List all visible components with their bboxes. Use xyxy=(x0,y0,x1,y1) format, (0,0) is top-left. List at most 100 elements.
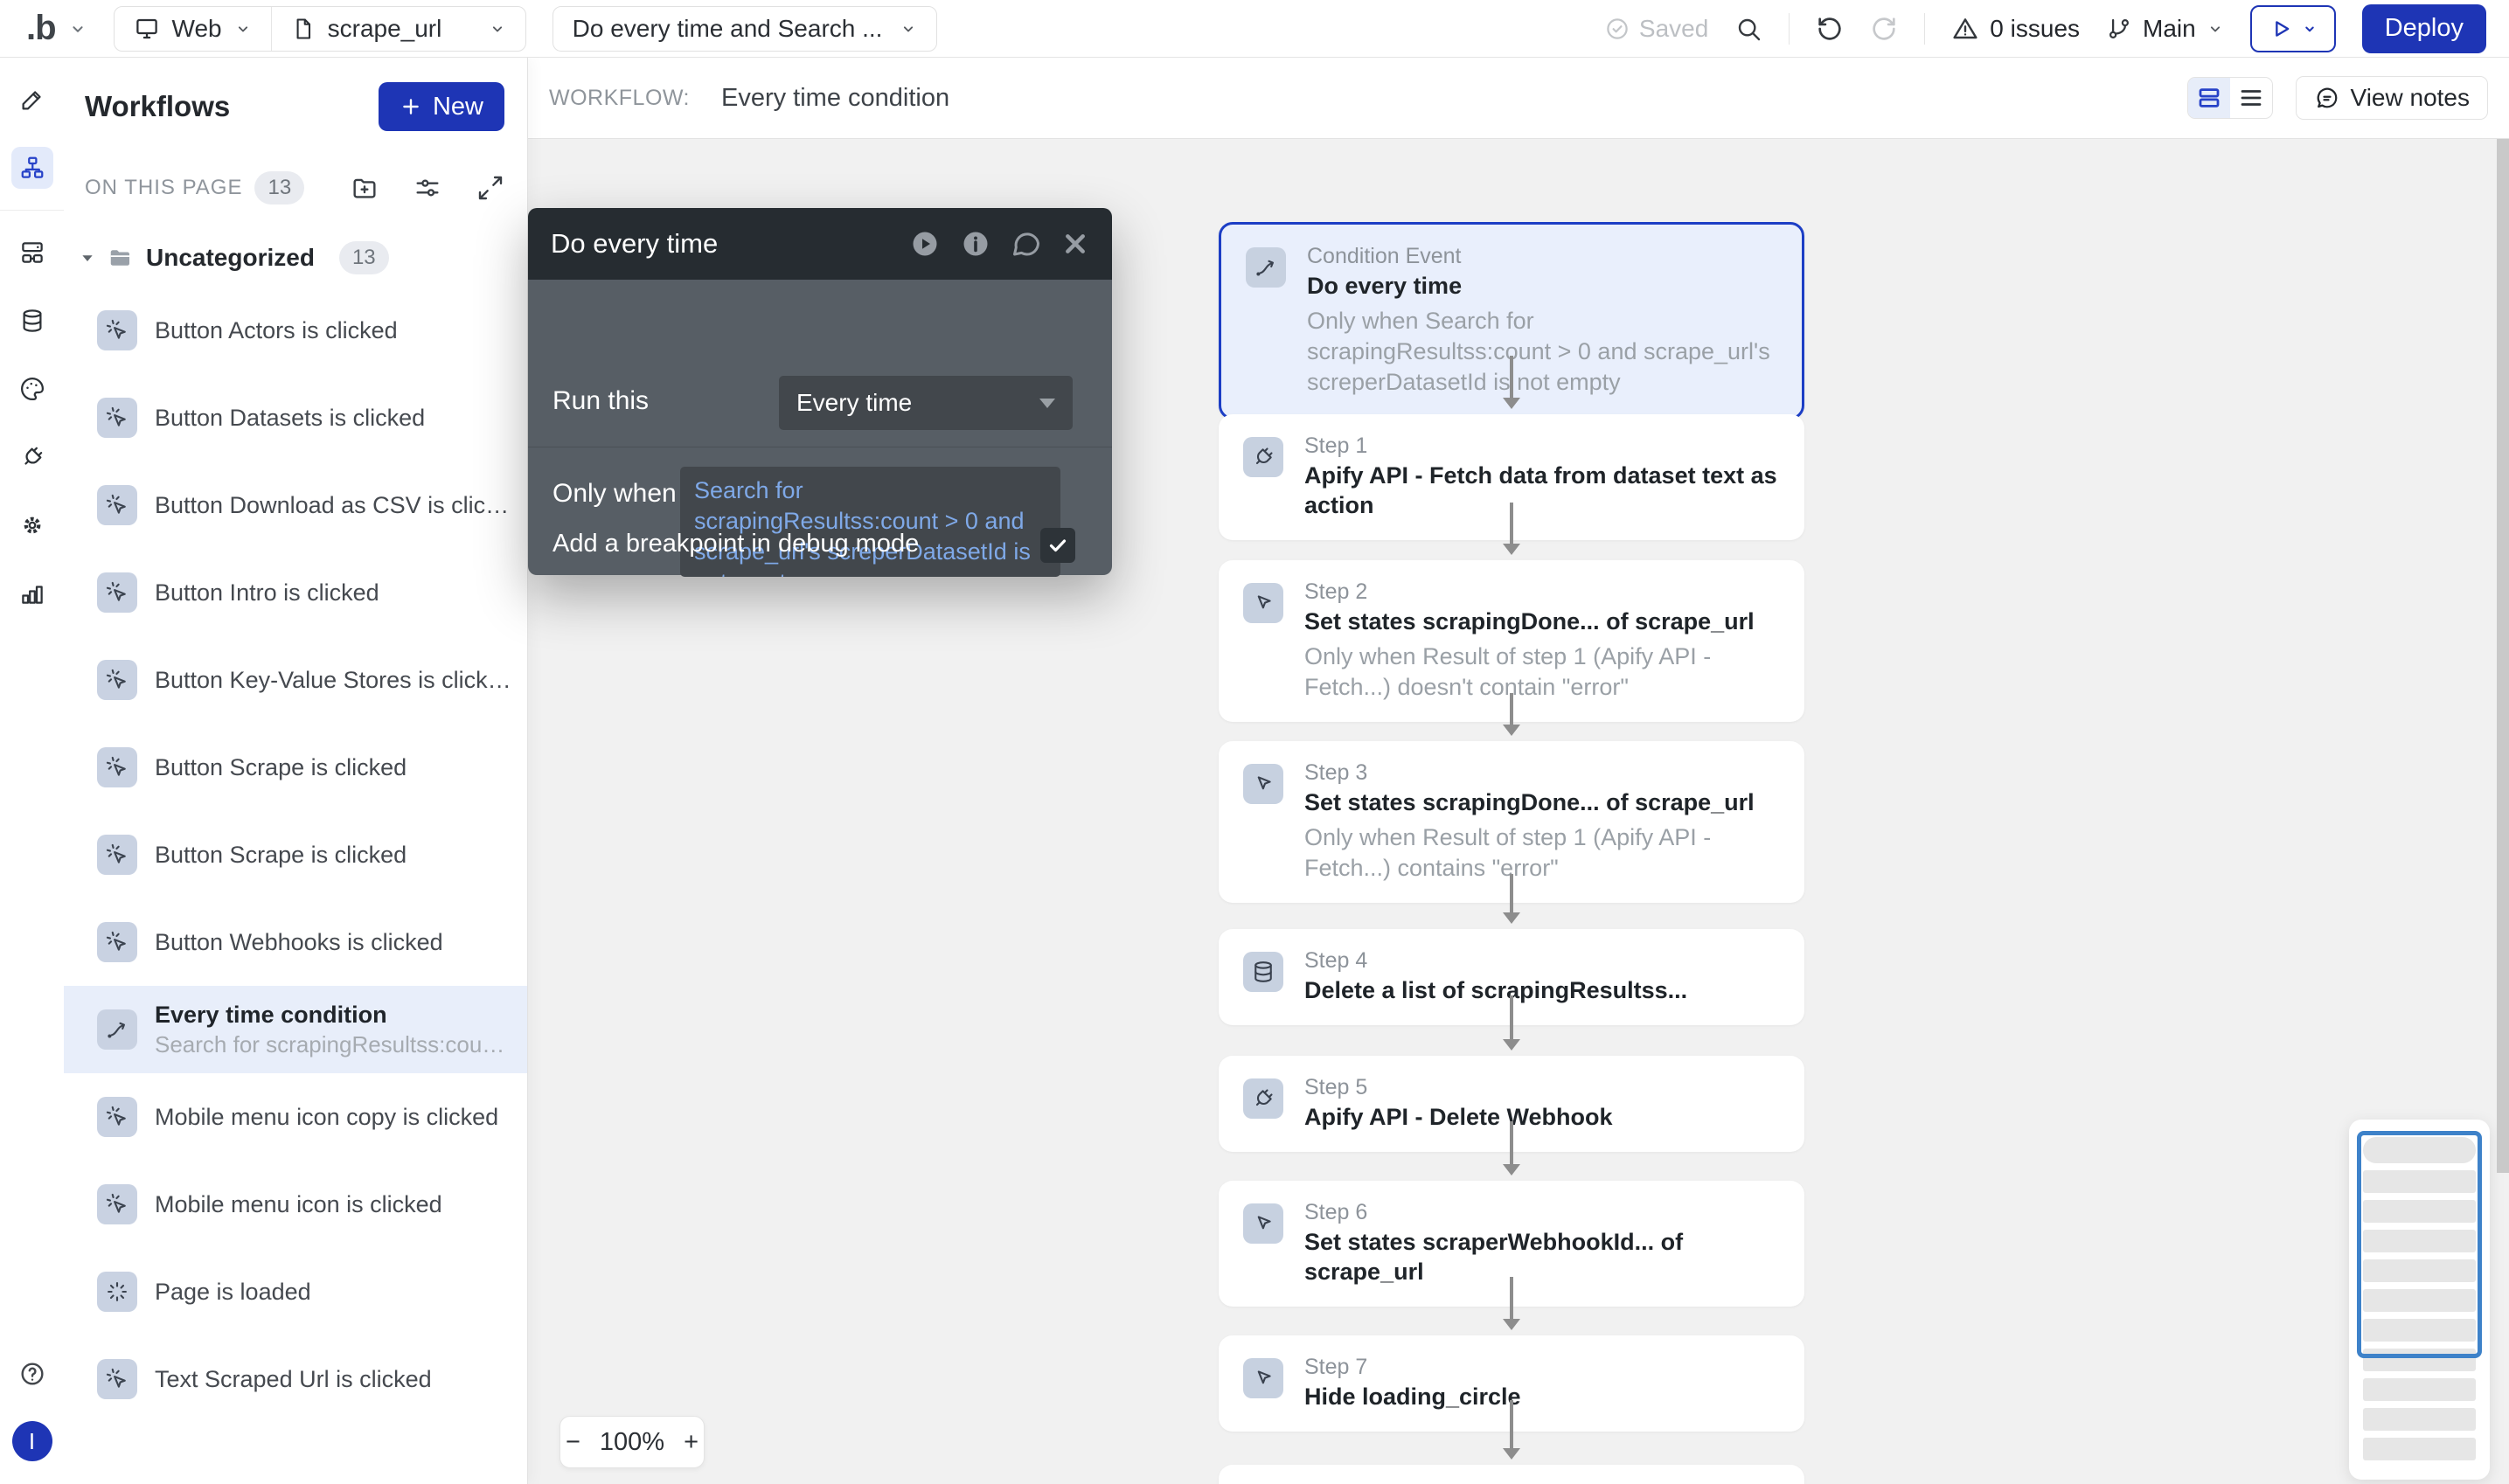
expand-icon[interactable] xyxy=(476,174,504,202)
run-workflow-icon[interactable] xyxy=(909,228,941,260)
account-avatar[interactable]: I xyxy=(12,1421,52,1461)
cards-view-button[interactable] xyxy=(2188,78,2230,118)
platform-dropdown[interactable]: Web xyxy=(115,7,271,51)
cursor-icon xyxy=(97,398,137,438)
left-rail: I xyxy=(0,58,64,1484)
context-switcher: Web scrape_url xyxy=(114,6,526,52)
rail-item-data[interactable] xyxy=(11,300,53,342)
cursor-icon xyxy=(97,922,137,962)
panel-title: Workflows xyxy=(85,90,230,123)
rail-item-plugins[interactable] xyxy=(11,436,53,478)
workflow-list-item[interactable]: Text Scraped Url is clicked xyxy=(64,1335,527,1423)
rail-item-design[interactable] xyxy=(11,79,53,121)
workflow-list-item[interactable]: Button Key-Value Stores is clicked xyxy=(64,636,527,724)
deploy-button[interactable]: Deploy xyxy=(2362,4,2486,53)
list-view-button[interactable] xyxy=(2230,78,2272,118)
workflow-list-item[interactable]: Button Download as CSV is clicked xyxy=(64,461,527,549)
zoom-out-button[interactable]: − xyxy=(566,1428,580,1457)
divider xyxy=(1789,13,1790,45)
cursor-icon xyxy=(97,835,137,875)
workflow-list-item[interactable]: Every time condition Search for scraping… xyxy=(64,986,527,1073)
workflow-list-item[interactable]: Button Datasets is clicked xyxy=(64,374,527,461)
close-icon[interactable] xyxy=(1061,230,1089,258)
filter-sliders-icon[interactable] xyxy=(414,174,441,202)
caret-down-icon xyxy=(80,250,95,266)
minimap-viewport[interactable] xyxy=(2357,1131,2482,1358)
workflow-list-item[interactable]: Mobile menu icon copy is clicked xyxy=(64,1073,527,1161)
zoom-in-button[interactable]: + xyxy=(684,1428,698,1457)
connector-arrow xyxy=(1500,1277,1523,1330)
branch-label: Main xyxy=(2143,15,2196,43)
workflows-panel: Workflows New ON THIS PAGE 13 Uncategori… xyxy=(64,58,528,1484)
redo-icon[interactable] xyxy=(1870,15,1898,43)
workflow-header-name: Every time condition xyxy=(721,84,949,113)
workflow-selector-dropdown[interactable]: Do every time and Search ... xyxy=(553,6,937,52)
run-preview-button[interactable] xyxy=(2250,5,2336,52)
check-icon xyxy=(1047,535,1068,556)
view-notes-button[interactable]: View notes xyxy=(2296,76,2488,120)
spinner-icon xyxy=(97,1272,137,1312)
workflow-list-item[interactable]: Mobile menu icon is clicked xyxy=(64,1161,527,1248)
chevron-down-icon xyxy=(234,20,252,38)
pencil-icon xyxy=(19,87,45,113)
monitor-icon xyxy=(134,16,160,42)
branch-selector[interactable]: Main xyxy=(2106,15,2224,43)
rail-item-components[interactable] xyxy=(11,232,53,274)
workflow-list-item[interactable]: Button Intro is clicked xyxy=(64,549,527,636)
undo-icon[interactable] xyxy=(1816,15,1844,43)
info-icon[interactable] xyxy=(960,228,991,260)
workflow-list-item[interactable]: Button Scrape is clicked xyxy=(64,724,527,811)
workflow-list-item[interactable]: Page is loaded xyxy=(64,1248,527,1335)
rail-item-logs[interactable] xyxy=(11,572,53,614)
chevron-down-icon xyxy=(489,20,506,38)
rail-item-workflow[interactable] xyxy=(11,147,53,189)
workflow-header-label: WORKFLOW: xyxy=(549,86,690,111)
workflow-node[interactable]: Step 8 xyxy=(1219,1465,1804,1484)
only-when-expression[interactable]: Search for scrapingResultss:count > 0 an… xyxy=(680,467,1060,577)
question-circle-icon xyxy=(18,1360,46,1388)
count-badge: 13 xyxy=(339,241,389,274)
event-properties-dialog: Do every time Run this Every time Only w… xyxy=(528,208,1112,575)
check-circle-icon xyxy=(1604,16,1630,42)
workflow-list-item[interactable]: Button Webhooks is clicked xyxy=(64,898,527,986)
sitemap-icon xyxy=(19,155,45,181)
bar-chart-icon xyxy=(19,580,45,607)
new-workflow-button[interactable]: New xyxy=(379,82,504,131)
search-icon[interactable] xyxy=(1734,15,1762,43)
components-icon xyxy=(19,239,45,266)
only-when-label: Only when xyxy=(553,479,677,509)
run-this-dropdown[interactable]: Every time xyxy=(779,376,1073,430)
cursor-icon xyxy=(97,485,137,525)
dialog-body: Run this Every time Only when Search for… xyxy=(528,280,1112,575)
comment-icon[interactable] xyxy=(1011,228,1042,260)
plus-icon xyxy=(400,95,422,118)
dialog-header-icons xyxy=(909,228,1089,260)
view-mode-toggle xyxy=(2187,77,2273,119)
plug-icon xyxy=(1243,437,1283,477)
cursor2-icon xyxy=(1243,1203,1283,1244)
chevron-down-icon[interactable] xyxy=(68,19,87,38)
canvas-scrollbar[interactable] xyxy=(2497,139,2509,1173)
breakpoint-checkbox[interactable] xyxy=(1040,528,1075,563)
connector-arrow xyxy=(1500,356,1523,409)
folder-plus-icon[interactable] xyxy=(351,174,379,202)
cursor-icon xyxy=(97,747,137,787)
cards-view-icon xyxy=(2196,85,2222,111)
help-button[interactable] xyxy=(11,1353,53,1395)
rail-item-styles[interactable] xyxy=(11,368,53,410)
minimap[interactable] xyxy=(2349,1120,2490,1480)
folder-group-uncategorized[interactable]: Uncategorized 13 xyxy=(64,205,527,283)
workflow-selector-label: Do every time and Search ... xyxy=(573,15,883,43)
page-dropdown[interactable]: scrape_url xyxy=(272,7,525,51)
dialog-header[interactable]: Do every time xyxy=(528,208,1112,280)
play-icon xyxy=(2269,17,2293,41)
workflow-list-item[interactable]: Button Actors is clicked xyxy=(64,287,527,374)
breakpoint-label: Add a breakpoint in debug mode xyxy=(553,530,919,558)
issues-button[interactable]: 0 issues xyxy=(1951,15,2080,43)
divider xyxy=(0,210,64,211)
workflow-list-item[interactable]: Button Scrape is clicked xyxy=(64,811,527,898)
cursor-icon xyxy=(97,660,137,700)
connector-arrow xyxy=(1500,693,1523,736)
bubble-logo[interactable]: .b xyxy=(26,9,56,48)
rail-item-settings[interactable] xyxy=(11,504,53,546)
